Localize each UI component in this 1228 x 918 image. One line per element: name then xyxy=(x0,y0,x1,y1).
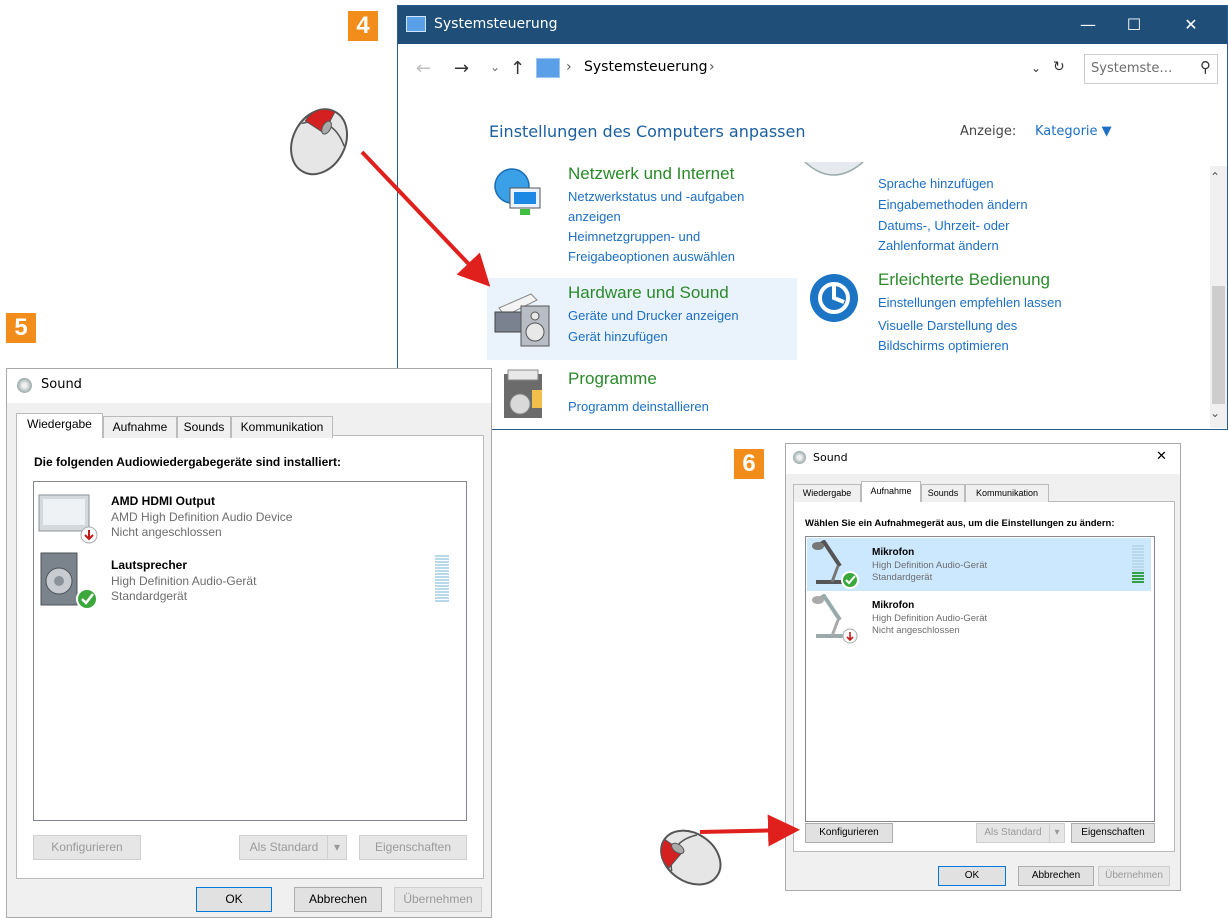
mouse-illustration-bottom xyxy=(660,829,722,886)
annotation-arrows xyxy=(360,150,800,847)
tab-wiedergabe[interactable]: Wiedergabe xyxy=(16,413,103,438)
tab-aufnahme[interactable]: Aufnahme xyxy=(861,481,921,502)
arrow-to-hardware-sound xyxy=(360,150,491,287)
